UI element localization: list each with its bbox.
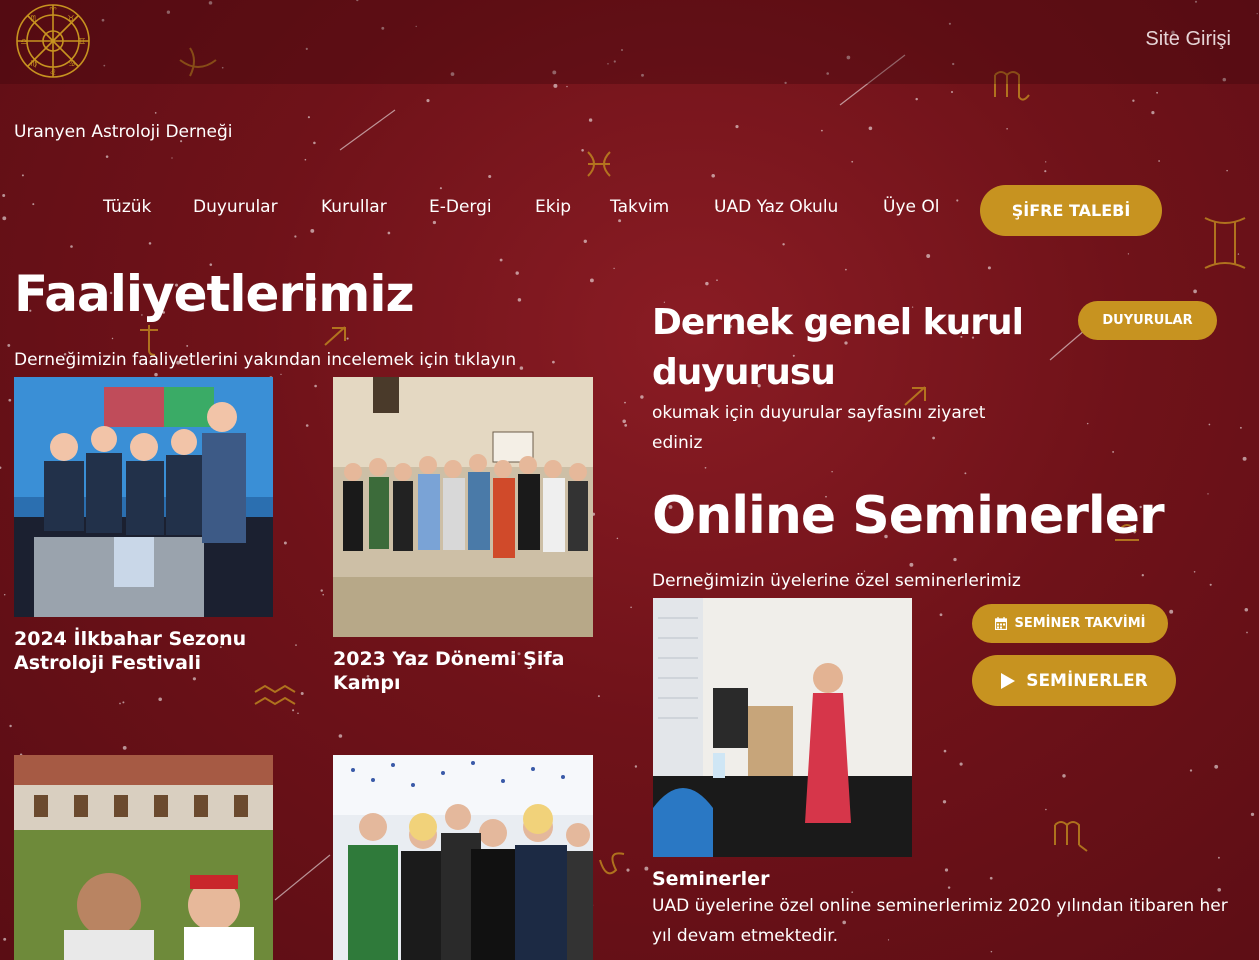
seminars-button-label: SEMİNERLER <box>1026 670 1148 691</box>
svg-text:♍: ♍ <box>30 59 37 68</box>
announcements-button[interactable]: DUYURULAR <box>1078 301 1217 340</box>
seminars-button[interactable]: SEMİNERLER <box>972 655 1176 706</box>
nav-item-uye-ol[interactable]: Üye Ol <box>883 197 939 217</box>
gemini-glyph <box>1204 217 1246 269</box>
svg-text:♊: ♊ <box>78 37 85 46</box>
seminar-calendar-label: SEMİNER TAKVİMİ <box>1014 616 1146 631</box>
seminar-calendar-button[interactable]: SEMİNER TAKVİMİ <box>972 604 1168 643</box>
seminar-photo[interactable] <box>653 598 912 857</box>
site-name: Uranyen Astroloji Derneği <box>14 122 233 142</box>
svg-text:♈: ♈ <box>49 6 56 15</box>
capricorn-glyph <box>599 852 625 875</box>
nav-item-yaz-okulu[interactable]: UAD Yaz Okulu <box>714 197 838 217</box>
pisces-glyph <box>587 151 611 177</box>
announcement-text: okumak için duyurular sayfasını ziyaret … <box>652 403 986 453</box>
activity-card-title[interactable]: 2024 İlkbahar Sezonu Astroloji Festivali <box>14 627 264 675</box>
top-bar <box>0 0 1259 84</box>
calendar-icon <box>994 617 1007 630</box>
svg-text:♎: ♎ <box>20 37 27 46</box>
aquarius-glyph <box>254 684 296 706</box>
svg-text:♏: ♏ <box>30 14 38 23</box>
seminars-subtitle: Derneğimizin üyelerine özel seminerlerim… <box>652 571 1021 591</box>
group-photo-event[interactable] <box>333 755 593 960</box>
virgo-glyph <box>1054 821 1088 852</box>
nav-item-duyurular[interactable]: Duyurular <box>193 197 278 217</box>
svg-text:♋: ♋ <box>68 59 75 68</box>
nav-item-e-dergi[interactable]: E-Dergi <box>429 197 492 217</box>
sagittarius-arrow-glyph-2 <box>324 326 346 346</box>
site-login-link[interactable]: Site Girişi <box>1145 28 1231 51</box>
group-photo-camp[interactable] <box>333 377 593 637</box>
nav-item-takvim[interactable]: Takvim <box>610 197 669 217</box>
nav-item-tuzuk[interactable]: Tüzük <box>103 197 151 217</box>
outdoor-selfie-photo[interactable] <box>14 755 273 960</box>
activities-title: Faaliyetlerimiz <box>14 265 415 323</box>
play-icon <box>1001 672 1016 689</box>
svg-text:♌: ♌ <box>49 68 56 77</box>
nav-item-kurullar[interactable]: Kurullar <box>321 197 387 217</box>
zodiac-wheel-logo[interactable]: ♈ ♉ ♊ ♋ ♌ ♍ ♎ ♏ <box>14 2 92 80</box>
nav-item-ekip[interactable]: Ekip <box>535 197 571 217</box>
group-photo-party[interactable] <box>14 377 273 617</box>
seminar-card-title[interactable]: Seminerler <box>652 867 769 891</box>
announcement-title: Dernek genel kurul duyurusu <box>652 302 1024 393</box>
password-request-button[interactable]: ŞİFRE TALEBİ <box>980 185 1162 236</box>
activity-card-title[interactable]: 2023 Yaz Dönemi Şifa Kampı <box>333 647 583 695</box>
activities-subtitle: Derneğimizin faaliyetlerini yakından inc… <box>14 350 517 370</box>
seminars-title: Online Seminerler <box>652 486 1165 546</box>
seminar-card-text: UAD üyelerine özel online seminerlerimiz… <box>652 896 1228 946</box>
svg-text:♉: ♉ <box>67 14 74 23</box>
